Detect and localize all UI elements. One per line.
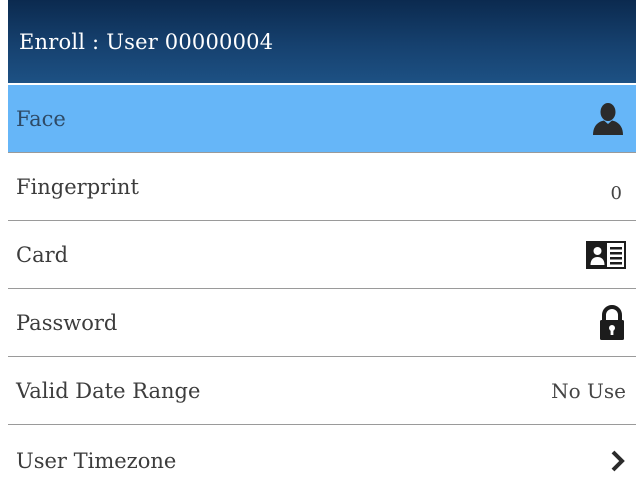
menu-item-valid-date-range[interactable]: Valid Date Range No Use [8,357,636,425]
menu-item-label: Card [16,242,69,267]
valid-date-range-value: No Use [551,378,626,403]
fingerprint-count: 0 [610,183,622,204]
menu-item-label: User Timezone [16,449,177,473]
user-silhouette-icon [590,101,626,137]
menu-item-face[interactable]: Face [8,85,636,153]
enroll-menu: Face Fingerprint 0 Card Password Valid D… [8,85,636,482]
menu-item-label: Valid Date Range [16,378,201,403]
menu-item-label: Face [16,106,66,131]
menu-item-label: Fingerprint [16,174,139,199]
menu-item-card[interactable]: Card [8,221,636,289]
chevron-right-icon [610,450,626,472]
id-card-icon [586,240,626,269]
page-title: Enroll : User 00000004 [19,29,274,54]
enroll-screen: Enroll : User 00000004 Face Fingerprint … [0,0,636,482]
title-bar: Enroll : User 00000004 [8,0,636,83]
lock-icon [598,304,626,341]
menu-item-label: Password [16,310,118,335]
menu-item-password[interactable]: Password [8,289,636,357]
menu-item-user-timezone[interactable]: User Timezone [8,425,636,482]
menu-item-fingerprint[interactable]: Fingerprint 0 [8,153,636,221]
